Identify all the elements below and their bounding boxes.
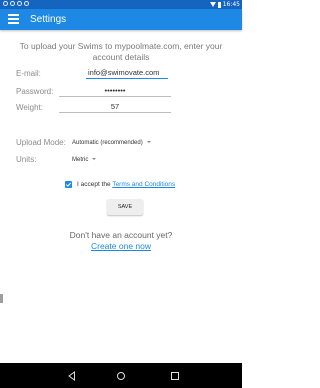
check-icon [65, 182, 72, 187]
status-bar: 16:45 [0, 0, 242, 9]
back-icon[interactable] [66, 370, 78, 382]
menu-icon[interactable] [8, 14, 19, 25]
password-field[interactable] [59, 85, 171, 97]
upload-mode-value: Automatic (recommended) [72, 140, 143, 146]
units-dropdown[interactable]: Metric [72, 156, 97, 164]
app-bar: Settings [0, 9, 242, 30]
terms-text: I accept the Terms and Conditions [77, 180, 175, 189]
weight-label: Weight: [16, 103, 43, 112]
notification-icons [3, 1, 29, 6]
upload-mode-dropdown[interactable]: Automatic (recommended) [72, 139, 151, 147]
no-account-prompt: Don't have an account yet? [69, 230, 173, 240]
home-icon[interactable] [115, 370, 127, 382]
units-value: Metric [72, 157, 89, 163]
page-title: Settings [30, 14, 67, 25]
password-label: Password: [16, 87, 54, 96]
create-account-link[interactable]: Create one now [91, 241, 151, 251]
weight-field[interactable] [59, 101, 171, 113]
clock-time: 16:45 [222, 1, 240, 8]
wifi-icon [209, 2, 216, 7]
terms-checkbox[interactable] [65, 181, 72, 188]
chevron-down-icon [146, 141, 151, 144]
status-indicators: 16:45 [209, 0, 240, 9]
terms-link[interactable]: Terms and Conditions [112, 181, 175, 188]
create-account-row: Create one now [0, 241, 242, 251]
email-field[interactable] [86, 67, 168, 79]
upload-mode-label: Upload Mode: [16, 138, 66, 147]
chevron-down-icon [92, 158, 97, 161]
recent-apps-icon[interactable] [169, 370, 181, 382]
navigation-bar [0, 363, 242, 388]
notification-icon [10, 1, 15, 6]
intro-text: To upload your Swims to mypoolmate.com, … [19, 41, 223, 62]
edge-marker [0, 294, 3, 303]
notification-icon [17, 1, 22, 6]
notification-icon [3, 1, 8, 6]
units-label: Units: [16, 155, 37, 164]
battery-icon [217, 1, 221, 8]
notification-icon [24, 1, 29, 6]
save-button[interactable]: SAVE [107, 199, 143, 215]
email-label: E-mail: [16, 69, 41, 78]
terms-prefix: I accept the [77, 181, 113, 188]
